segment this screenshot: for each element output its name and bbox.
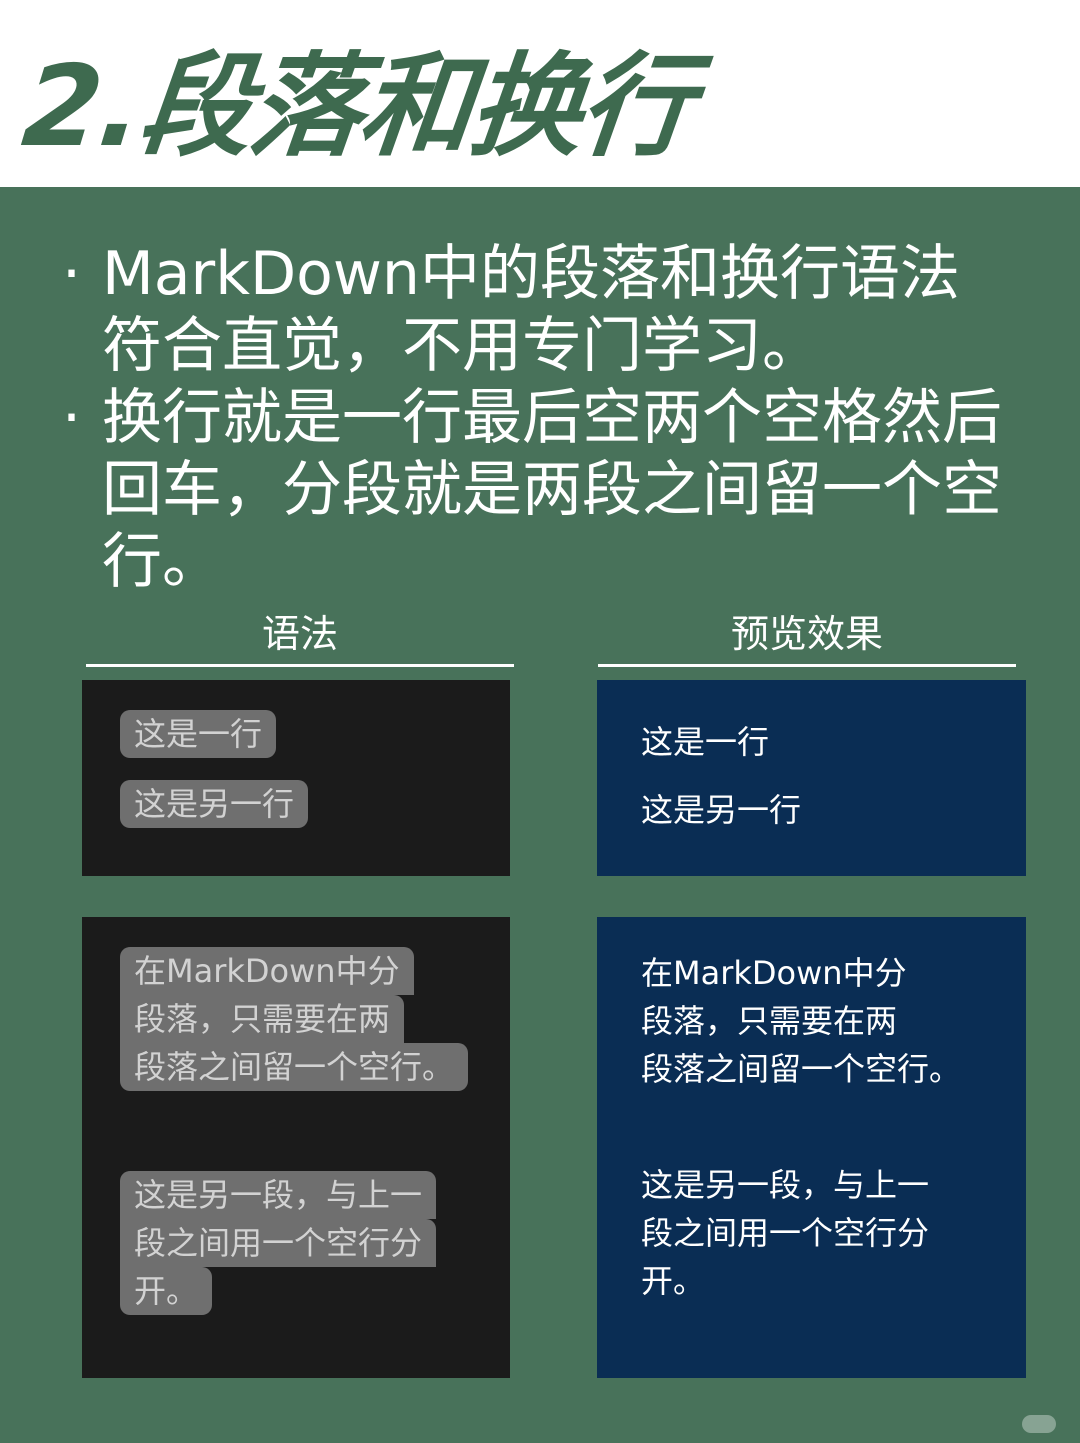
preview-column-heading: 预览效果 <box>598 608 1016 667</box>
page-title: 2.段落和换行 <box>17 42 698 172</box>
preview-line: 段落，只需要在两 <box>641 1002 898 1040</box>
syntax-column-heading: 语法 <box>86 608 514 667</box>
header-banner: 2.段落和换行 <box>0 0 1080 187</box>
preview-line: 在MarkDown中分 <box>641 954 907 992</box>
bullet-dot: · <box>62 239 82 309</box>
code-paragraph: 这是另一段，与上一 段之间用一个空行分 开。 <box>120 1171 437 1315</box>
code-line: 段落，只需要在两 <box>120 995 405 1043</box>
code-line: 段之间用一个空行分 <box>120 1219 437 1267</box>
code-paragraph: 在MarkDown中分 段落，只需要在两 段落之间留一个空行。 <box>120 947 469 1091</box>
syntax-panel-paragraph: 在MarkDown中分 段落，只需要在两 段落之间留一个空行。 这是另一段，与上… <box>82 917 510 1378</box>
preview-line: 这是一行 <box>641 723 770 761</box>
code-line: 段落之间留一个空行。 <box>120 1043 469 1091</box>
syntax-panel-linebreak: 这是一行 这是另一行 <box>82 680 510 876</box>
bullet-item: · MarkDown中的段落和换行语法 符合直觉，不用专门学习。 <box>56 238 1046 382</box>
watermark-logo <box>1022 1415 1056 1433</box>
bullet-line: 换行就是一行最后空两个空格然后 <box>102 383 1002 453</box>
bullet-item: · 换行就是一行最后空两个空格然后 回车，分段就是两段之间留一个空 行。 <box>56 382 1046 598</box>
code-line: 在MarkDown中分 <box>120 947 414 995</box>
preview-paragraph: 在MarkDown中分 段落，只需要在两 段落之间留一个空行。 <box>641 949 961 1093</box>
code-line: 这是一行 <box>120 710 277 758</box>
bullet-line: 回车，分段就是两段之间留一个空 <box>102 455 1002 525</box>
preview-line: 这是另一行 <box>641 791 802 829</box>
preview-paragraph: 这是另一段，与上一 段之间用一个空行分 开。 <box>641 1161 929 1305</box>
bullet-line: 符合直觉，不用专门学习。 <box>102 311 822 381</box>
bullet-line: 行。 <box>102 527 222 597</box>
preview-line: 段落之间留一个空行。 <box>641 1050 962 1088</box>
bullet-list: · MarkDown中的段落和换行语法 符合直觉，不用专门学习。 · 换行就是一… <box>56 238 1046 598</box>
bullet-line: MarkDown中的段落和换行语法 <box>102 239 960 309</box>
preview-line: 开。 <box>641 1262 706 1300</box>
bullet-dot: · <box>62 383 82 453</box>
preview-panel-paragraph: 在MarkDown中分 段落，只需要在两 段落之间留一个空行。 这是另一段，与上… <box>597 917 1026 1378</box>
code-line: 开。 <box>120 1267 213 1315</box>
code-line: 这是另一段，与上一 <box>120 1171 437 1219</box>
preview-line: 段之间用一个空行分 <box>641 1214 930 1252</box>
preview-line: 这是另一段，与上一 <box>641 1166 930 1204</box>
code-line: 这是另一行 <box>120 780 309 828</box>
preview-panel-linebreak: 这是一行 这是另一行 <box>597 680 1026 876</box>
